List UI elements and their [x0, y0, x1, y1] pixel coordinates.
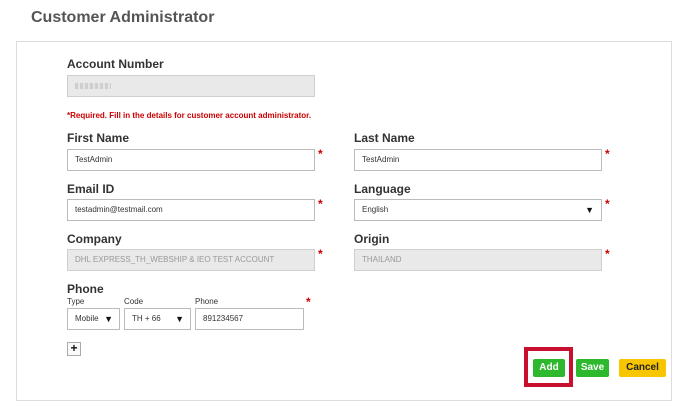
- phone-code-value: TH + 66: [132, 314, 161, 323]
- language-label: Language: [354, 182, 411, 196]
- phone-number-input[interactable]: 891234567: [195, 308, 304, 330]
- phone-type-label: Type: [67, 297, 85, 306]
- origin-field: THAILAND: [354, 249, 602, 271]
- first-name-input[interactable]: TestAdmin: [67, 149, 315, 171]
- company-label: Company: [67, 232, 122, 246]
- email-input[interactable]: testadmin@testmail.com: [67, 199, 315, 221]
- redacted-value: [75, 83, 111, 89]
- language-select[interactable]: English ▼: [354, 199, 602, 221]
- phone-code-select[interactable]: TH + 66 ▼: [124, 308, 191, 330]
- chevron-down-icon: ▼: [104, 314, 113, 324]
- origin-label: Origin: [354, 232, 390, 246]
- required-mark: *: [318, 247, 323, 261]
- last-name-label: Last Name: [354, 131, 415, 145]
- phone-type-value: Mobile: [75, 314, 99, 323]
- required-note: *Required. Fill in the details for custo…: [67, 111, 312, 120]
- required-mark: *: [605, 247, 610, 261]
- email-label: Email ID: [67, 182, 115, 196]
- required-mark: *: [605, 147, 610, 161]
- required-mark: *: [605, 197, 610, 211]
- required-mark: *: [306, 295, 311, 309]
- chevron-down-icon: ▼: [175, 314, 184, 324]
- phone-label: Phone: [67, 282, 104, 296]
- account-number-label: Account Number: [67, 57, 164, 71]
- company-field: DHL EXPRESS_TH_WEBSHIP & IEO TEST ACCOUN…: [67, 249, 315, 271]
- cancel-button[interactable]: Cancel: [619, 359, 666, 377]
- page-title: Customer Administrator: [31, 9, 215, 26]
- account-number-field: [67, 75, 315, 97]
- plus-icon: +: [70, 341, 78, 355]
- phone-code-label: Code: [124, 297, 144, 306]
- phone-number-label: Phone: [195, 297, 219, 306]
- save-button[interactable]: Save: [576, 359, 609, 377]
- phone-type-select[interactable]: Mobile ▼: [67, 308, 120, 330]
- first-name-label: First Name: [67, 131, 130, 145]
- required-mark: *: [318, 197, 323, 211]
- language-value: English: [362, 205, 389, 214]
- chevron-down-icon: ▼: [585, 205, 594, 215]
- last-name-input[interactable]: TestAdmin: [354, 149, 602, 171]
- required-mark: *: [318, 147, 323, 161]
- add-phone-button[interactable]: +: [67, 342, 81, 356]
- customer-admin-page: Customer Administrator Account Number *R…: [0, 0, 681, 410]
- add-button[interactable]: Add: [533, 359, 565, 377]
